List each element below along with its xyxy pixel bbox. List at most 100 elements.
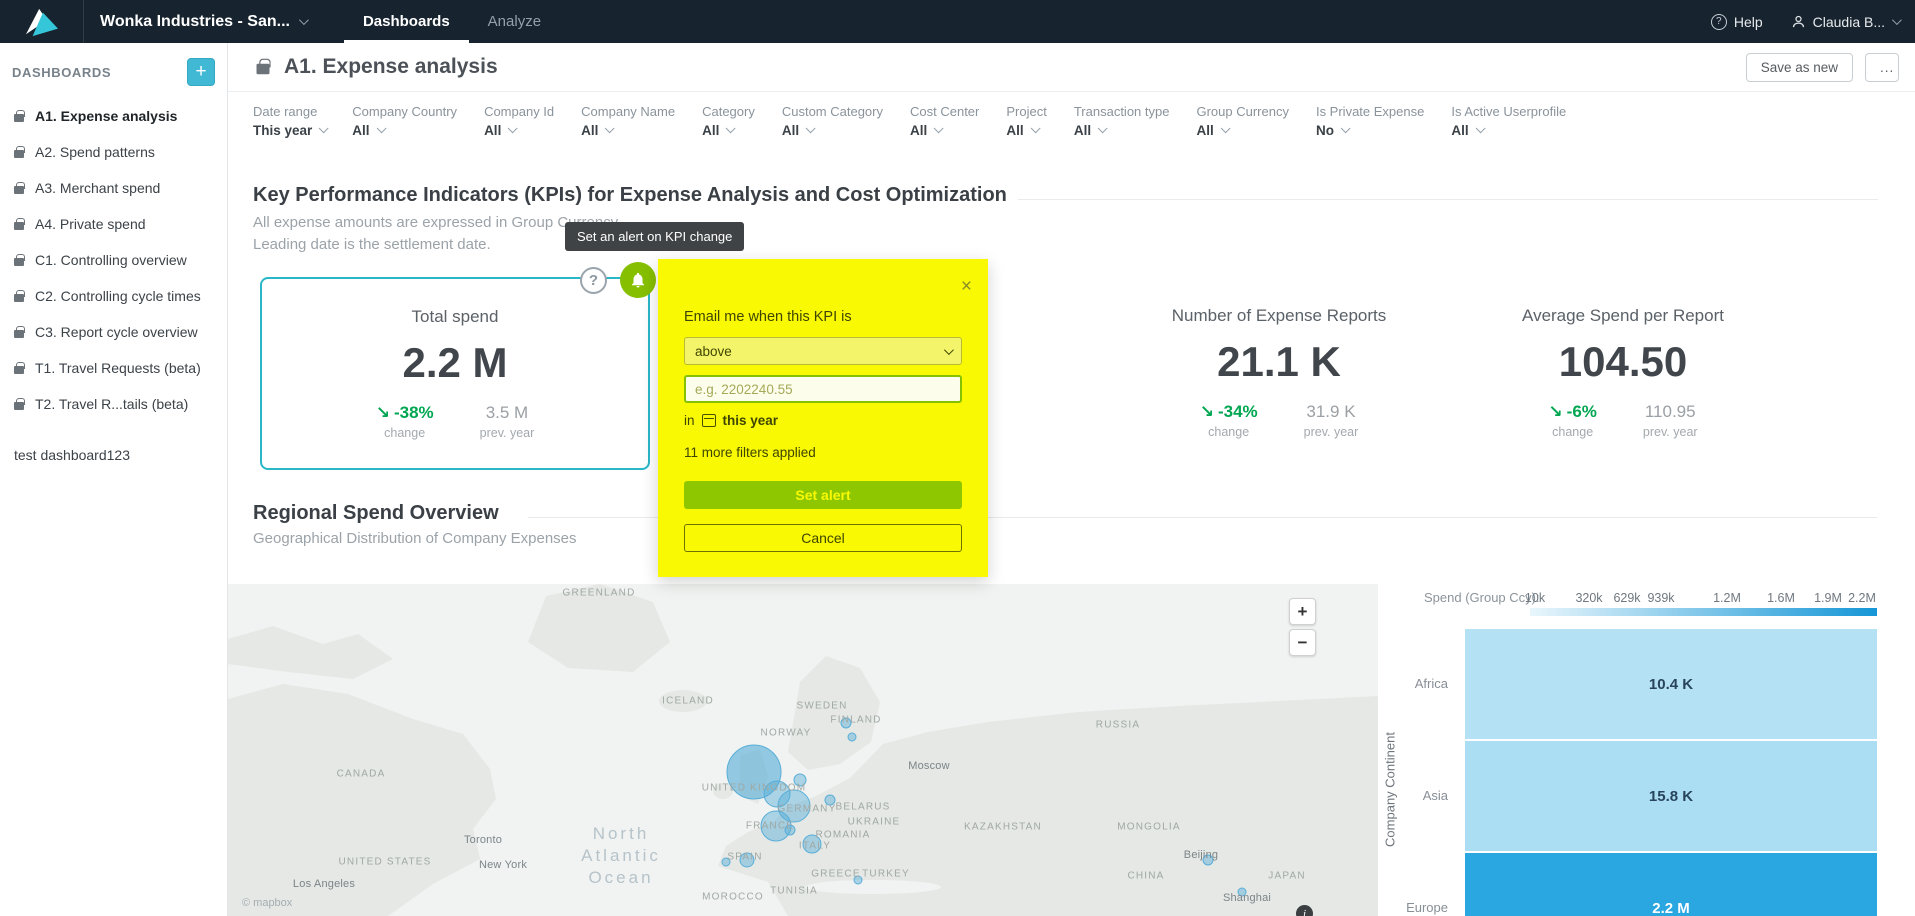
set-alert-button[interactable]: Set alert [684,481,962,509]
sidebar-item-c1-controlling-overview[interactable]: C1. Controlling overview [0,242,227,278]
map-label-country: SWEDEN [796,701,847,712]
filter-is-active-userprofile[interactable]: Is Active Userprofile All [1451,104,1566,138]
company-selector[interactable]: Wonka Industries - San... [100,13,306,31]
lock-icon [14,114,24,122]
sidebar-item-t2-travel-details[interactable]: T2. Travel R...tails (beta) [0,386,227,422]
lock-icon [14,186,24,194]
sidebar-item-a1-expense-analysis[interactable]: A1. Expense analysis [0,98,227,134]
sidebar-item-a3-merchant-spend[interactable]: A3. Merchant spend [0,170,227,206]
kpi-subtitle-2: Leading date is the settlement date. [253,236,491,253]
map-label-country: UNITED STATES [338,857,431,868]
filter-company-name[interactable]: Company Name All [581,104,675,138]
kpi-number-of-expense-reports[interactable]: Number of Expense Reports 21.1 K ↘-34% c… [1119,306,1439,439]
chevron-down-icon [605,123,615,133]
page-header: A1. Expense analysis Save as new ... [228,43,1915,92]
logo-icon [22,6,62,38]
help-label: Help [1734,14,1763,30]
scale-tick: 320k [1575,591,1602,605]
scale-tick: 1.6M [1767,591,1795,605]
filter-is-private-expense[interactable]: Is Private Expense No [1316,104,1424,138]
topbar-right: ? Help Claudia B... [1711,14,1915,30]
chevron-down-icon [1030,123,1040,133]
chevron-down-icon [944,345,954,355]
filter-category[interactable]: Category All [702,104,755,138]
app-logo[interactable] [0,0,84,43]
map-label-city: Moscow [908,760,950,772]
lock-icon [14,258,24,266]
scale-tick: 939k [1647,591,1674,605]
continent-bar-chart: 10.4 K 15.8 K 2.2 M [1465,629,1877,916]
trend-down-icon: ↘ [1200,402,1214,421]
sidebar-item-test-dashboard[interactable]: test dashboard123 [0,437,227,473]
kpi-alert-bell-button[interactable] [620,262,656,298]
bar-africa[interactable]: 10.4 K [1465,629,1877,739]
page-actions: Save as new ... [1746,53,1899,82]
kpi-info-button[interactable]: ? [580,267,607,294]
cancel-button[interactable]: Cancel [684,524,962,552]
chevron-down-icon [1220,123,1230,133]
close-icon[interactable]: × [961,277,972,296]
category-label: Europe [1328,900,1448,915]
alert-threshold-input[interactable] [684,375,962,403]
filter-custom-category[interactable]: Custom Category All [782,104,883,138]
map-label-country: CANADA [337,769,386,780]
map-label-country: ITALY [799,841,831,852]
tab-dashboards[interactable]: Dashboards [344,0,469,43]
spend-bubble[interactable] [848,733,856,741]
user-icon [1791,14,1806,29]
scale-tick: 2.2M [1848,591,1876,605]
sidebar-item-a2-spend-patterns[interactable]: A2. Spend patterns [0,134,227,170]
map-label-country: GREENLAND [562,588,635,599]
chevron-down-icon [726,123,736,133]
map-zoom-controls: + − [1289,598,1316,656]
map-label-country: ICELAND [662,696,714,707]
kpi-average-spend-per-report[interactable]: Average Spend per Report 104.50 ↘-6% cha… [1463,306,1783,439]
help-button[interactable]: ? Help [1711,14,1763,30]
info-icon[interactable]: i [1296,905,1313,916]
sidebar-item-c2-controlling-cycle-times[interactable]: C2. Controlling cycle times [0,278,227,314]
zoom-in-button[interactable]: + [1289,598,1316,625]
filter-date-range[interactable]: Date range This year [253,104,325,138]
scale-tick: 629k [1613,591,1640,605]
regional-section-title: Regional Spend Overview [253,502,499,525]
zoom-out-button[interactable]: − [1289,629,1316,656]
bell-icon [629,271,647,289]
map-label-country: RUSSIA [1096,720,1140,731]
chevron-down-icon [299,15,309,25]
scale-tick: 1.2M [1713,591,1741,605]
filter-company-country[interactable]: Company Country All [352,104,457,138]
lock-icon [14,402,24,410]
kpi-section-title: Key Performance Indicators (KPIs) for Ex… [253,184,1007,207]
more-options-button[interactable]: ... [1865,53,1899,82]
filter-cost-center[interactable]: Cost Center All [910,104,979,138]
alert-condition-select[interactable]: above [684,337,962,365]
user-menu[interactable]: Claudia B... [1791,14,1899,30]
filter-transaction-type[interactable]: Transaction type All [1074,104,1170,138]
sidebar-item-t1-travel-requests[interactable]: T1. Travel Requests (beta) [0,350,227,386]
map-label-country: SPAIN [727,852,762,863]
map-label-city: Shanghai [1223,892,1271,904]
kpi-alert-popup: × Email me when this KPI is above in thi… [658,259,988,577]
kpi-card-total-spend[interactable]: Total spend 2.2 M ↘-38% change 3.5 M pre… [260,277,650,470]
tab-analyze[interactable]: Analyze [469,0,560,43]
y-axis-label: Company Continent [1383,690,1398,890]
map-label-country: NORWAY [761,728,812,739]
alert-popup-title: Email me when this KPI is [684,309,852,325]
map-label-country: KAZAKHSTAN [964,822,1042,833]
sidebar-item-c3-report-cycle-overview[interactable]: C3. Report cycle overview [0,314,227,350]
filter-group-currency[interactable]: Group Currency All [1196,104,1288,138]
save-as-new-button[interactable]: Save as new [1746,53,1853,82]
filter-project[interactable]: Project All [1006,104,1046,138]
bar-asia[interactable]: 15.8 K [1465,741,1877,851]
ocean-label: North Atlantic Ocean [581,823,661,889]
divider [1018,199,1878,200]
lock-icon [14,294,24,302]
bar-europe[interactable]: 2.2 M [1465,853,1877,916]
spend-map[interactable]: GREENLAND ICELAND CANADA NORWAY SWEDEN F… [228,584,1378,916]
map-label-country: TUNISIA [770,886,818,897]
chevron-down-icon [1341,123,1351,133]
filter-company-id[interactable]: Company Id All [484,104,554,138]
chevron-down-icon [806,123,816,133]
add-dashboard-button[interactable]: + [187,58,215,86]
sidebar-item-a4-private-spend[interactable]: A4. Private spend [0,206,227,242]
